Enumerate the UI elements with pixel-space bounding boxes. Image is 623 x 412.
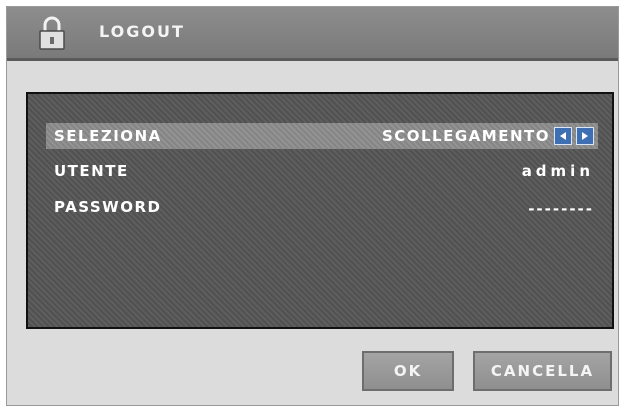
password-field[interactable]: -------- <box>528 200 594 218</box>
logout-form-panel: SELEZIONA SCOLLEGAMENTO UTENTE admin PAS… <box>26 92 614 329</box>
password-row[interactable]: PASSWORD -------- <box>46 194 598 220</box>
lock-icon <box>37 15 67 51</box>
ok-button[interactable]: OK <box>362 351 454 391</box>
user-label: UTENTE <box>54 162 129 180</box>
user-value: admin <box>521 162 594 180</box>
select-value: SCOLLEGAMENTO <box>381 127 550 145</box>
title-bar: LOGOUT <box>7 7 618 61</box>
select-label: SELEZIONA <box>54 127 162 145</box>
password-label: PASSWORD <box>54 198 162 216</box>
select-value-group[interactable]: SCOLLEGAMENTO <box>382 127 594 145</box>
select-row[interactable]: SELEZIONA SCOLLEGAMENTO <box>46 123 598 149</box>
user-row: UTENTE admin <box>46 158 598 184</box>
cancel-button[interactable]: CANCELLA <box>473 351 612 391</box>
logout-dialog: LOGOUT SELEZIONA SCOLLEGAMENTO UTENTE ad… <box>6 6 619 406</box>
arrow-left-icon[interactable] <box>554 127 572 145</box>
arrow-right-icon[interactable] <box>576 127 594 145</box>
dialog-title: LOGOUT <box>99 22 185 41</box>
